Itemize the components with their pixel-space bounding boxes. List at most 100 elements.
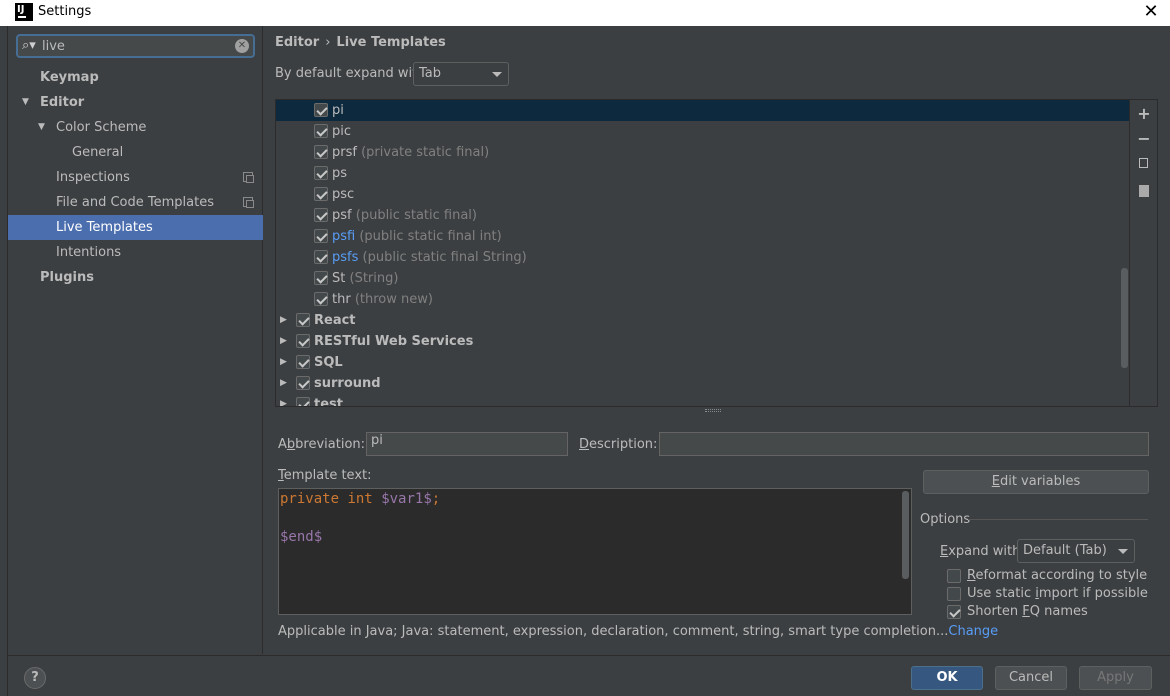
template-row-pic[interactable]: pic <box>276 121 1129 142</box>
template-checkbox[interactable] <box>314 208 328 222</box>
group-name: test <box>314 397 343 407</box>
default-expand-dropdown[interactable]: Tab <box>413 62 509 86</box>
template-name: psfi <box>332 229 356 244</box>
reformat-label[interactable]: Reformat according to style <box>967 568 1147 583</box>
template-checkbox[interactable] <box>314 145 328 159</box>
shorten-fq-checkbox[interactable] <box>947 605 961 619</box>
template-checkbox[interactable] <box>314 166 328 180</box>
reformat-checkbox[interactable] <box>947 569 961 583</box>
options-separator <box>968 519 1148 520</box>
template-row-psc[interactable]: psc <box>276 184 1129 205</box>
template-row-st[interactable]: St (String) <box>276 268 1129 289</box>
editor-scrollbar[interactable] <box>902 491 909 579</box>
static-import-checkbox[interactable] <box>947 587 961 601</box>
sidebar-item-intentions[interactable]: Intentions <box>8 240 263 265</box>
template-row-prsf[interactable]: prsf (private static final) <box>276 142 1129 163</box>
group-checkbox[interactable] <box>296 376 310 390</box>
search-icon[interactable]: ⌕▾ <box>22 38 36 53</box>
change-contexts-link[interactable]: Change <box>948 624 998 639</box>
cancel-button[interactable]: Cancel <box>995 666 1067 690</box>
restore-defaults-icon[interactable] <box>1139 185 1149 197</box>
sidebar-item-label: File and Code Templates <box>56 195 214 210</box>
sidebar-item-plugins[interactable]: Plugins <box>8 265 263 290</box>
template-group-test[interactable]: ▶ test <box>276 394 1129 407</box>
settings-search-input[interactable] <box>42 37 232 55</box>
group-name: SQL <box>314 355 343 370</box>
expand-arrow-icon[interactable]: ▶ <box>280 394 287 406</box>
template-row-thr[interactable]: thr (throw new) <box>276 289 1129 310</box>
template-checkbox[interactable] <box>314 187 328 201</box>
abbreviation-input[interactable]: pi <box>366 432 568 456</box>
template-group-react[interactable]: ▶ React <box>276 310 1129 331</box>
template-row-psf[interactable]: psf (public static final) <box>276 205 1129 226</box>
settings-window: IJ Settings ✕ ⌕▾ ✕ Keymap ▼ Editor ▼ Col… <box>0 0 1170 696</box>
templates-toolbar: + − <box>1130 99 1158 407</box>
expand-arrow-icon[interactable]: ▼ <box>22 90 29 115</box>
sidebar-item-keymap[interactable]: Keymap <box>8 65 263 90</box>
settings-search-box[interactable]: ⌕▾ ✕ <box>16 34 255 58</box>
expand-arrow-icon[interactable]: ▼ <box>38 115 45 140</box>
template-row-psfs[interactable]: psfs (public static final String) <box>276 247 1129 268</box>
template-description: (public static final int) <box>359 229 502 244</box>
edit-variables-button[interactable]: Edit variables <box>923 470 1149 494</box>
clear-search-icon[interactable]: ✕ <box>235 39 249 53</box>
template-description: (public static final) <box>355 208 477 223</box>
template-group-sql[interactable]: ▶ SQL <box>276 352 1129 373</box>
group-checkbox[interactable] <box>296 397 310 406</box>
breadcrumb-live-templates: Live Templates <box>336 35 446 50</box>
sidebar-item-label: Keymap <box>40 70 99 85</box>
expand-with-dropdown[interactable]: Default (Tab) <box>1017 539 1135 563</box>
description-input[interactable] <box>659 432 1149 456</box>
remove-icon[interactable]: − <box>1137 131 1151 147</box>
group-checkbox[interactable] <box>296 334 310 348</box>
expand-arrow-icon[interactable]: ▶ <box>280 373 287 394</box>
template-description: (public static final String) <box>362 250 527 265</box>
template-name: pi <box>332 103 344 118</box>
templates-tree[interactable]: pi pic prsf (private static final) ps ps… <box>275 99 1130 407</box>
template-row-psfi[interactable]: psfi (public static final int) <box>276 226 1129 247</box>
template-description: (String) <box>349 271 399 286</box>
template-name: psf <box>332 208 352 223</box>
sidebar-item-editor[interactable]: ▼ Editor <box>8 90 263 115</box>
static-import-label[interactable]: Use static import if possible <box>967 586 1148 601</box>
template-row-ps[interactable]: ps <box>276 163 1129 184</box>
template-checkbox[interactable] <box>314 103 328 117</box>
sidebar-item-color-scheme[interactable]: ▼ Color Scheme <box>8 115 263 140</box>
shorten-fq-label[interactable]: Shorten FQ names <box>967 604 1088 619</box>
template-checkbox[interactable] <box>314 250 328 264</box>
sidebar-item-inspections[interactable]: Inspections <box>8 165 263 190</box>
group-checkbox[interactable] <box>296 313 310 327</box>
template-checkbox[interactable] <box>314 124 328 138</box>
templates-scrollbar[interactable] <box>1121 268 1128 368</box>
breadcrumb-separator: › <box>325 35 331 50</box>
sidebar-item-label: General <box>72 145 124 160</box>
splitter-handle[interactable] <box>705 409 721 412</box>
template-checkbox[interactable] <box>314 229 328 243</box>
close-window-button[interactable]: ✕ <box>1140 1 1162 23</box>
template-checkbox[interactable] <box>314 292 328 306</box>
project-settings-icon <box>243 197 254 208</box>
copy-icon[interactable] <box>1139 158 1148 168</box>
sidebar-item-label: Plugins <box>40 270 94 285</box>
sidebar-item-file-and-code-templates[interactable]: File and Code Templates <box>8 190 263 215</box>
sidebar-item-live-templates[interactable]: Live Templates <box>8 215 263 240</box>
help-button[interactable]: ? <box>24 667 46 689</box>
applicable-contexts: Applicable in Java; Java: statement, exp… <box>278 624 998 639</box>
ok-button[interactable]: OK <box>911 666 983 690</box>
expand-arrow-icon[interactable]: ▶ <box>280 310 287 331</box>
sidebar-item-label: Editor <box>40 95 85 110</box>
expand-arrow-icon[interactable]: ▶ <box>280 331 287 352</box>
template-name: pic <box>332 124 352 139</box>
template-text-editor[interactable]: private int $var1$; $end$ <box>278 488 912 615</box>
apply-button[interactable]: Apply <box>1079 666 1152 690</box>
default-expand-value: Tab <box>419 66 442 81</box>
group-name: RESTful Web Services <box>314 334 474 349</box>
template-group-surround[interactable]: ▶ surround <box>276 373 1129 394</box>
template-checkbox[interactable] <box>314 271 328 285</box>
template-row-pi[interactable]: pi <box>276 100 1129 121</box>
expand-arrow-icon[interactable]: ▶ <box>280 352 287 373</box>
sidebar-item-general[interactable]: General <box>8 140 263 165</box>
template-group-restful-web-services[interactable]: ▶ RESTful Web Services <box>276 331 1129 352</box>
group-checkbox[interactable] <box>296 355 310 369</box>
add-icon[interactable]: + <box>1137 106 1151 122</box>
